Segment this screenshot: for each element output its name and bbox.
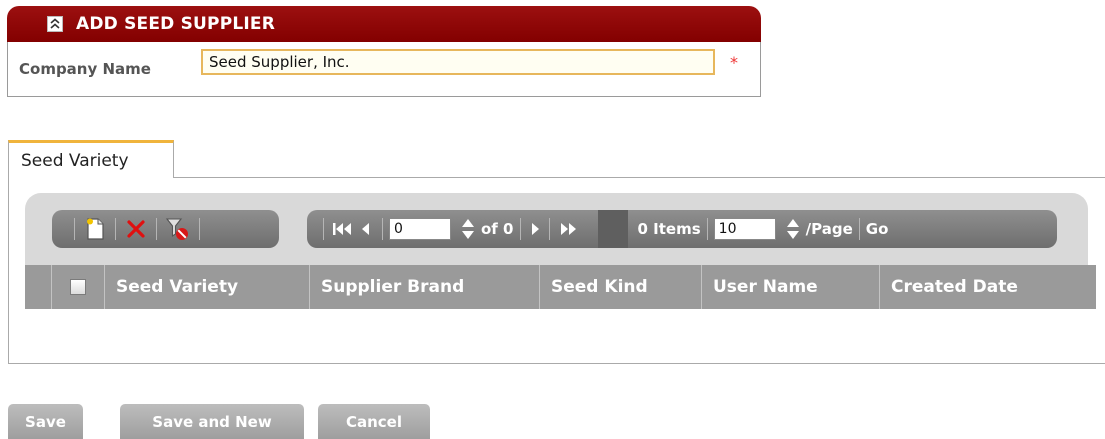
- add-seed-supplier-panel: ADD SEED SUPPLIER Company Name *: [7, 6, 761, 98]
- page-spinner-icon[interactable]: [455, 216, 481, 242]
- page-size-input[interactable]: [713, 218, 776, 240]
- row-indicator-column: [25, 265, 52, 309]
- toolbar-separator: [74, 218, 75, 240]
- tab-label: Seed Variety: [21, 150, 129, 171]
- tab-seed-variety[interactable]: Seed Variety: [8, 140, 174, 178]
- previous-page-icon[interactable]: [356, 216, 376, 242]
- required-indicator: *: [730, 53, 738, 72]
- go-button[interactable]: Go: [866, 220, 889, 238]
- new-record-icon[interactable]: [81, 214, 109, 244]
- command-toolbar: [52, 210, 279, 248]
- save-button[interactable]: Save: [8, 404, 83, 439]
- panel-header: ADD SEED SUPPLIER: [7, 6, 761, 42]
- collapse-icon[interactable]: [47, 16, 63, 32]
- company-name-input[interactable]: [201, 49, 715, 75]
- page-count-label: of 0: [481, 220, 514, 238]
- item-count-label: 0 Items: [637, 220, 701, 238]
- cancel-button[interactable]: Cancel: [318, 404, 430, 439]
- panel-title: ADD SEED SUPPLIER: [76, 14, 276, 34]
- last-page-icon[interactable]: [556, 216, 582, 242]
- column-header-supplier-brand[interactable]: Supplier Brand: [310, 265, 540, 309]
- delete-icon[interactable]: [122, 214, 150, 244]
- pager-separator: [519, 218, 521, 240]
- toolbar-separator: [115, 218, 116, 240]
- column-header-seed-variety[interactable]: Seed Variety: [105, 265, 310, 309]
- pager: of 0 0 Items /Page Go: [307, 210, 1057, 248]
- per-page-label: /Page: [805, 220, 853, 238]
- pager-separator: [858, 218, 860, 240]
- column-header-created-date[interactable]: Created Date: [880, 265, 1096, 309]
- panel-body: Company Name *: [7, 42, 761, 97]
- company-name-label: Company Name: [19, 60, 151, 78]
- column-header-seed-kind[interactable]: Seed Kind: [540, 265, 702, 309]
- save-and-new-button[interactable]: Save and New: [120, 404, 304, 439]
- grid-header: Seed Variety Supplier Brand Seed Kind Us…: [25, 265, 1096, 309]
- toolbar-separator: [199, 218, 200, 240]
- pager-separator: [382, 218, 383, 240]
- pager-separator: [706, 218, 708, 240]
- select-all-cell: [52, 265, 105, 309]
- toolbar-separator: [156, 218, 157, 240]
- first-page-icon[interactable]: [330, 216, 356, 242]
- page-number-input[interactable]: [389, 218, 451, 240]
- page-size-spinner-icon[interactable]: [780, 216, 806, 242]
- select-all-checkbox[interactable]: [70, 279, 86, 295]
- grid-toolbar: of 0 0 Items /Page Go: [25, 193, 1088, 265]
- pager-separator: [323, 218, 324, 240]
- pager-separator: [548, 218, 550, 240]
- clear-filter-icon[interactable]: [163, 214, 193, 244]
- next-page-icon[interactable]: [527, 216, 543, 242]
- column-header-user-name[interactable]: User Name: [702, 265, 880, 309]
